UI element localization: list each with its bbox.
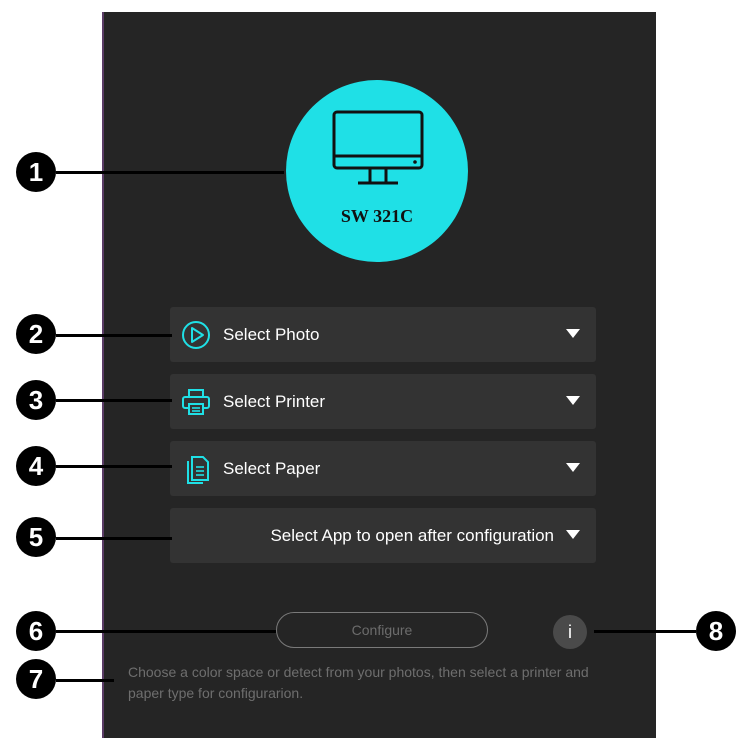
select-photo-dropdown[interactable]: Select Photo [170,307,596,362]
select-printer-dropdown[interactable]: Select Printer [170,374,596,429]
paper-icon [187,456,209,484]
chevron-down-icon [566,396,580,405]
chevron-down-icon [566,329,580,338]
device-model-label: SW 321C [340,206,414,226]
printer-icon [182,389,210,415]
callout-number-6: 6 [16,611,56,651]
callout-number-4: 4 [16,446,56,486]
callout-line-5 [56,537,172,540]
select-app-dropdown[interactable]: Select App to open after configuration [170,508,596,563]
callout-line-7 [56,679,114,682]
select-printer-label: Select Printer [223,392,326,411]
callout-number-7: 7 [16,659,56,699]
callout-number-2: 2 [16,314,56,354]
callout-number-1: 1 [16,152,56,192]
callout-line-3 [56,399,172,402]
callout-number-5: 5 [16,517,56,557]
play-icon [182,321,210,349]
configure-button[interactable]: Configure [276,612,488,648]
select-photo-label: Select Photo [223,325,320,344]
hint-text: Choose a color space or detect from your… [128,664,589,701]
callout-line-4 [56,465,172,468]
monitor-icon [332,110,424,185]
callout-number-3: 3 [16,380,56,420]
monitor-badge[interactable]: SW 321C [286,80,468,262]
select-app-label: Select App to open after configuration [270,526,554,545]
select-paper-label: Select Paper [223,459,321,478]
chevron-down-icon [566,463,580,472]
callout-line-2 [56,334,172,337]
callout-number-8: 8 [696,611,736,651]
callout-line-6 [56,630,276,633]
select-paper-dropdown[interactable]: Select Paper [170,441,596,496]
chevron-down-icon [566,530,580,539]
callout-line-1 [56,171,284,174]
info-button[interactable]: i [553,615,587,649]
callout-line-8 [594,630,696,633]
